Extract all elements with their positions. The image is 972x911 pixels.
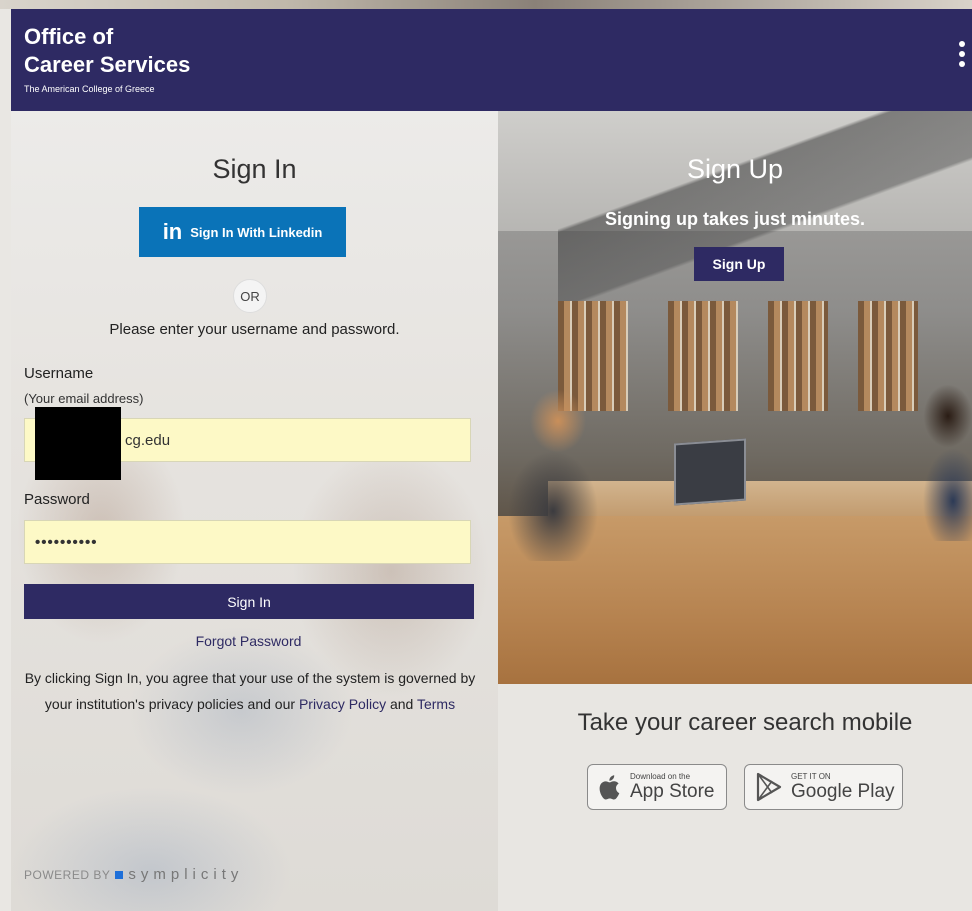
legal-and: and	[389, 696, 414, 712]
mobile-heading: Take your career search mobile	[577, 709, 913, 736]
kebab-menu-icon[interactable]	[958, 41, 966, 73]
password-label: Password	[24, 491, 90, 508]
library-photo	[498, 111, 972, 684]
forgot-password-link[interactable]: Forgot Password	[11, 633, 486, 649]
apple-icon	[599, 775, 620, 800]
google-play-badge[interactable]: GET IT ON Google Play	[744, 764, 903, 810]
brand-subtitle: The American College of Greece	[24, 84, 155, 94]
linkedin-in-icon: in	[162, 219, 183, 244]
username-hint: (Your email address)	[24, 391, 144, 406]
top-strip	[0, 0, 972, 9]
linkedin-signin-label: Sign In With Linkedin	[190, 224, 323, 240]
linkedin-signin-button[interactable]: in Sign In With Linkedin	[139, 207, 346, 257]
signin-title: Sign In	[212, 154, 297, 184]
app-header: Office of Career Services The American C…	[11, 9, 972, 111]
google-play-small-text: GET IT ON	[791, 772, 831, 781]
terms-link[interactable]: Terms	[417, 696, 455, 712]
redaction-box	[35, 407, 121, 480]
signin-instructions: Please enter your username and password.	[109, 321, 400, 338]
symplicity-brand: symplicity	[128, 866, 244, 883]
powered-by-label: POWERED BY	[24, 867, 111, 882]
google-play-large-text: Google Play	[791, 781, 895, 802]
legal-notice: By clicking Sign In, you agree that your…	[19, 665, 481, 717]
signup-title: Sign Up	[686, 154, 784, 184]
signup-subtitle: Signing up takes just minutes.	[604, 209, 866, 229]
privacy-policy-link[interactable]: Privacy Policy	[299, 696, 386, 712]
google-play-icon	[756, 772, 782, 802]
signup-panel: Sign Up Signing up takes just minutes. S…	[498, 111, 972, 911]
app-store-badge[interactable]: Download on the App Store	[587, 764, 727, 810]
or-divider: OR	[233, 279, 267, 313]
symplicity-logo-icon	[115, 870, 124, 879]
username-label: Username	[24, 365, 94, 382]
signin-panel: Sign In in Sign In With Linkedin OR Plea…	[11, 111, 498, 911]
signup-button[interactable]: Sign Up	[694, 247, 784, 281]
signin-button[interactable]: Sign In	[24, 584, 474, 619]
password-input[interactable]	[24, 520, 471, 564]
app-store-small-text: Download on the	[630, 772, 691, 781]
brand-line-2: Career Services	[24, 52, 191, 77]
brand-line-1: Office of	[24, 24, 114, 49]
powered-by: POWERED BY symplicity	[24, 866, 243, 883]
app-store-large-text: App Store	[630, 781, 715, 802]
